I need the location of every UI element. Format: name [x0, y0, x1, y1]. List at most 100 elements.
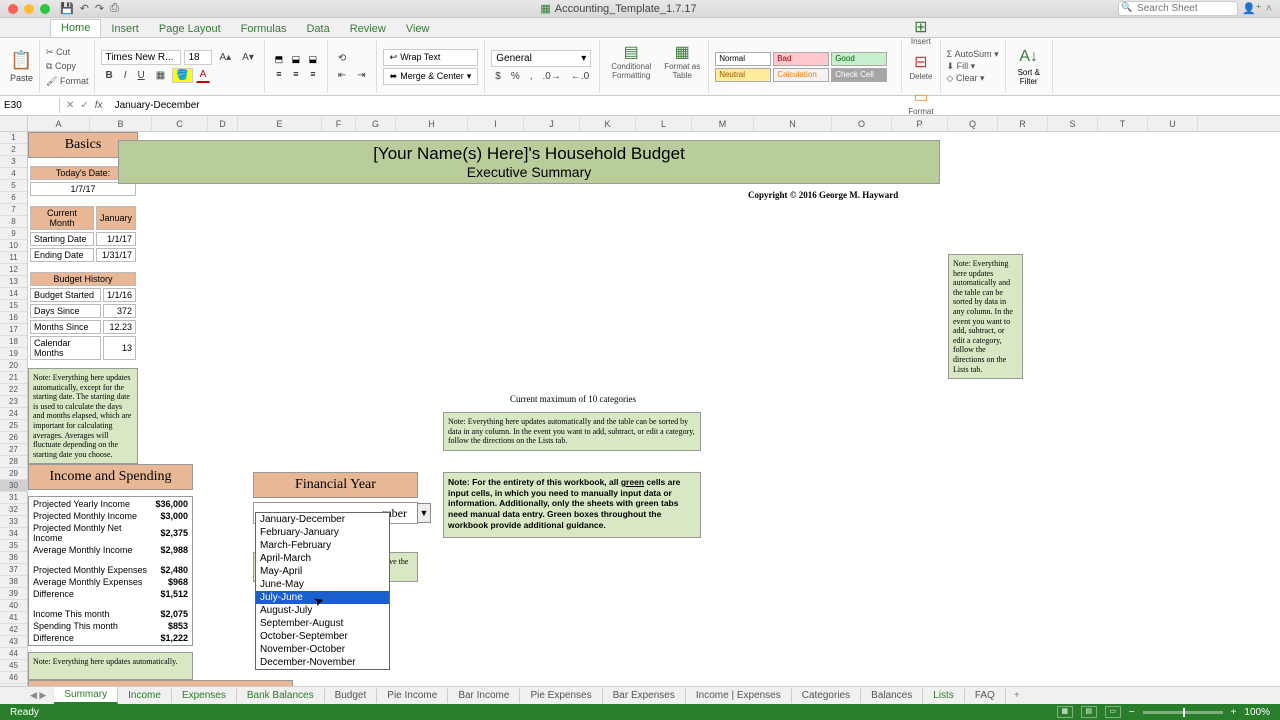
- row-header-17[interactable]: 17: [0, 324, 27, 336]
- increase-font-icon[interactable]: A▴: [215, 50, 235, 65]
- row-header-4[interactable]: 4: [0, 168, 27, 180]
- row-header-44[interactable]: 44: [0, 648, 27, 660]
- redo-icon[interactable]: ↷: [95, 2, 104, 15]
- row-header-9[interactable]: 9: [0, 228, 27, 240]
- budget-started-value[interactable]: 1/1/16: [103, 288, 136, 302]
- column-header-D[interactable]: D: [208, 116, 238, 131]
- currency-button[interactable]: $: [491, 69, 505, 84]
- column-header-G[interactable]: G: [356, 116, 396, 131]
- row-header-34[interactable]: 34: [0, 528, 27, 540]
- row-header-13[interactable]: 13: [0, 276, 27, 288]
- sheet-nav-arrows[interactable]: ◀ ▶: [30, 690, 46, 701]
- column-header-I[interactable]: I: [468, 116, 524, 131]
- fill-button[interactable]: ⬇ Fill ▾: [947, 61, 999, 72]
- sheet-tab-balances[interactable]: Balances: [861, 688, 923, 703]
- fill-color-button[interactable]: 🪣: [172, 68, 192, 83]
- row-header-11[interactable]: 11: [0, 252, 27, 264]
- page-layout-view-icon[interactable]: ▤: [1081, 706, 1097, 718]
- cancel-formula-icon[interactable]: ✕: [66, 100, 74, 111]
- zoom-in-icon[interactable]: +: [1231, 707, 1237, 718]
- sheet-tab-lists[interactable]: Lists: [923, 688, 965, 703]
- row-header-19[interactable]: 19: [0, 348, 27, 360]
- fy-option[interactable]: June-May: [256, 578, 389, 591]
- row-header-5[interactable]: 5: [0, 180, 27, 192]
- fy-option[interactable]: May-April: [256, 565, 389, 578]
- align-left-icon[interactable]: ≡: [271, 67, 287, 81]
- column-header-T[interactable]: T: [1098, 116, 1148, 131]
- ribbon-tab-data[interactable]: Data: [296, 21, 339, 37]
- column-header-S[interactable]: S: [1048, 116, 1098, 131]
- accept-formula-icon[interactable]: ✓: [80, 100, 88, 111]
- cut-label[interactable]: Cut: [56, 47, 70, 57]
- row-header-33[interactable]: 33: [0, 516, 27, 528]
- copy-icon[interactable]: ⧉: [46, 61, 55, 71]
- column-header-F[interactable]: F: [322, 116, 356, 131]
- cut-icon[interactable]: ✂: [46, 47, 56, 57]
- sheet-tab-pie-income[interactable]: Pie Income: [377, 688, 448, 703]
- row-header-22[interactable]: 22: [0, 384, 27, 396]
- underline-button[interactable]: U: [133, 68, 148, 83]
- row-header-23[interactable]: 23: [0, 396, 27, 408]
- column-header-E[interactable]: E: [238, 116, 322, 131]
- row-header-16[interactable]: 16: [0, 312, 27, 324]
- row-header-37[interactable]: 37: [0, 564, 27, 576]
- ribbon-tab-page-layout[interactable]: Page Layout: [149, 21, 231, 37]
- align-middle-icon[interactable]: ⬓: [288, 52, 304, 66]
- copy-label[interactable]: Copy: [55, 61, 76, 71]
- fy-option[interactable]: September-August: [256, 617, 389, 630]
- row-header-18[interactable]: 18: [0, 336, 27, 348]
- increase-indent-icon[interactable]: ⇥: [353, 68, 369, 83]
- row-header-38[interactable]: 38: [0, 576, 27, 588]
- ribbon-tab-home[interactable]: Home: [50, 19, 101, 37]
- print-icon[interactable]: ⎙: [110, 2, 119, 15]
- font-size-select[interactable]: 18: [184, 50, 212, 65]
- row-header-30[interactable]: 30: [0, 480, 27, 492]
- style-bad[interactable]: Bad: [773, 52, 829, 66]
- row-header-42[interactable]: 42: [0, 624, 27, 636]
- conditional-formatting-button[interactable]: ▤Conditional Formatting: [606, 42, 656, 91]
- row-header-28[interactable]: 28: [0, 456, 27, 468]
- style-good[interactable]: Good: [831, 52, 887, 66]
- zoom-slider[interactable]: [1143, 711, 1223, 714]
- sheet-tab-categories[interactable]: Categories: [792, 688, 861, 703]
- row-header-21[interactable]: 21: [0, 372, 27, 384]
- font-color-button[interactable]: A: [196, 67, 211, 83]
- row-header-2[interactable]: 2: [0, 144, 27, 156]
- border-button[interactable]: ▦: [152, 68, 169, 83]
- fy-option[interactable]: March-February: [256, 539, 389, 552]
- row-header-24[interactable]: 24: [0, 408, 27, 420]
- row-header-7[interactable]: 7: [0, 204, 27, 216]
- fy-option[interactable]: February-January: [256, 526, 389, 539]
- row-header-6[interactable]: 6: [0, 192, 27, 204]
- save-icon[interactable]: 💾: [60, 2, 74, 15]
- row-header-31[interactable]: 31: [0, 492, 27, 504]
- align-bottom-icon[interactable]: ⬓: [305, 52, 321, 66]
- row-header-8[interactable]: 8: [0, 216, 27, 228]
- ribbon-tab-review[interactable]: Review: [340, 21, 396, 37]
- bold-button[interactable]: B: [101, 68, 116, 83]
- number-format-select[interactable]: General ▾: [491, 50, 591, 67]
- ribbon-collapse-icon[interactable]: ˄: [1266, 3, 1272, 15]
- sheet-tab-income---expenses[interactable]: Income | Expenses: [686, 688, 792, 703]
- fy-dropdown-list[interactable]: January-DecemberFebruary-JanuaryMarch-Fe…: [255, 512, 390, 670]
- column-header-P[interactable]: P: [892, 116, 948, 131]
- sheet-tab-bar-income[interactable]: Bar Income: [448, 688, 520, 703]
- column-header-M[interactable]: M: [692, 116, 754, 131]
- row-header-14[interactable]: 14: [0, 288, 27, 300]
- align-right-icon[interactable]: ≡: [305, 67, 321, 81]
- autosum-button[interactable]: Σ AutoSum ▾: [947, 49, 999, 60]
- sheet-tab-income[interactable]: Income: [118, 688, 172, 703]
- add-sheet-button[interactable]: +: [1006, 688, 1028, 703]
- style-neutral[interactable]: Neutral: [715, 68, 771, 82]
- zoom-value[interactable]: 100%: [1244, 707, 1270, 718]
- column-header-J[interactable]: J: [524, 116, 580, 131]
- column-header-O[interactable]: O: [832, 116, 892, 131]
- column-header-N[interactable]: N: [754, 116, 832, 131]
- name-box[interactable]: E30: [0, 98, 60, 113]
- clear-button[interactable]: ◇ Clear ▾: [947, 73, 999, 84]
- format-as-table-button[interactable]: ▦Format as Table: [662, 42, 702, 91]
- search-sheet-input[interactable]: [1118, 1, 1238, 16]
- decrease-indent-icon[interactable]: ⇤: [334, 68, 350, 83]
- zoom-out-icon[interactable]: −: [1129, 707, 1135, 718]
- close-window-icon[interactable]: [8, 4, 18, 14]
